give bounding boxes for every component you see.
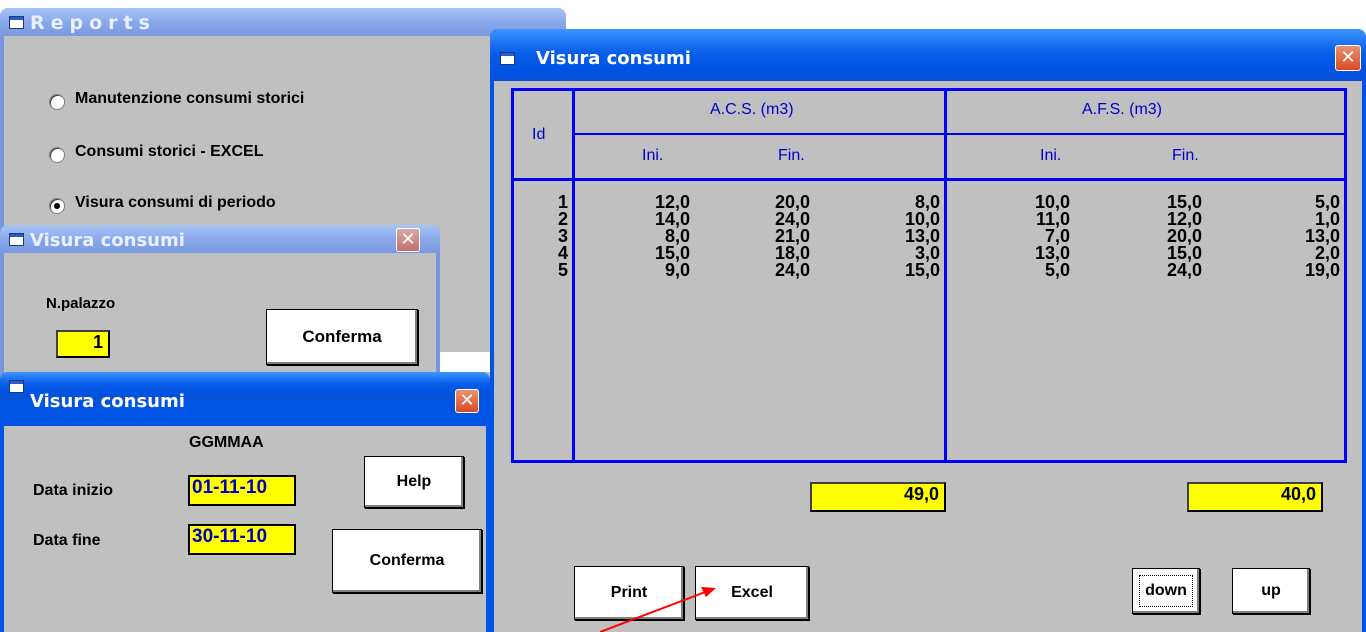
annotation-arrow: [599, 587, 716, 632]
arrow-line: [599, 590, 709, 632]
